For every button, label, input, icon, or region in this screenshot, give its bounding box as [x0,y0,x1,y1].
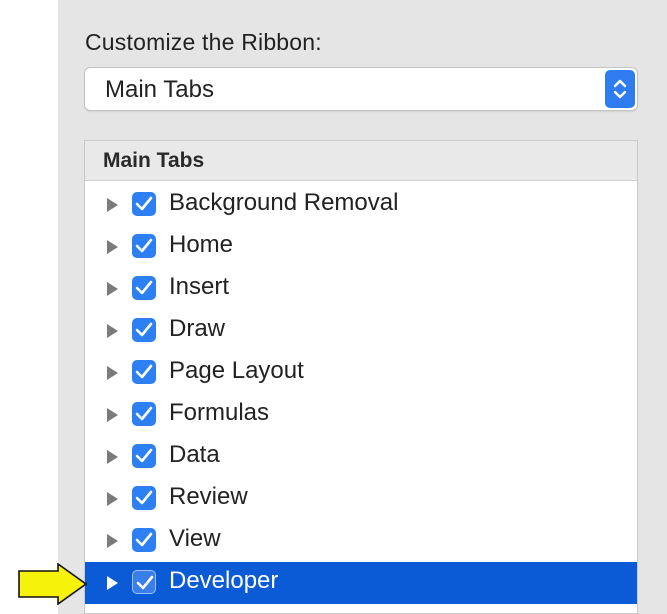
tab-row-data[interactable]: Data [85,436,637,478]
checkbox-checked-icon[interactable] [132,276,156,300]
tab-row-formulas[interactable]: Formulas [85,394,637,436]
tab-row-insert[interactable]: Insert [85,268,637,310]
screenshot-stage: Customize the Ribbon: Main Tabs Main Tab… [0,0,667,614]
checkbox-checked-icon[interactable] [132,318,156,342]
tab-row-page-layout[interactable]: Page Layout [85,352,637,394]
expand-triangle-icon[interactable] [107,408,118,422]
expand-triangle-icon[interactable] [107,534,118,548]
tab-row-developer[interactable]: Developer [85,562,637,604]
main-tabs-list[interactable]: Main Tabs Background Removal Home Insert… [84,140,638,614]
tab-label: Home [169,231,234,258]
checkbox-checked-icon[interactable] [132,444,156,468]
tab-label: View [169,525,221,552]
list-header: Main Tabs [85,141,637,181]
checkbox-checked-icon[interactable] [132,234,156,258]
checkbox-checked-icon[interactable] [132,192,156,216]
expand-triangle-icon[interactable] [107,492,118,506]
expand-triangle-icon[interactable] [107,366,118,380]
tab-row-draw[interactable]: Draw [85,310,637,352]
expand-triangle-icon[interactable] [107,282,118,296]
tab-row-view[interactable]: View [85,520,637,562]
checkbox-checked-icon[interactable] [132,570,156,594]
expand-triangle-icon[interactable] [107,450,118,464]
tab-label: Developer [169,567,279,594]
tab-row-review[interactable]: Review [85,478,637,520]
customize-ribbon-label: Customize the Ribbon: [85,29,322,55]
checkbox-checked-icon[interactable] [132,360,156,384]
expand-triangle-icon[interactable] [107,198,118,212]
tab-label: Page Layout [169,357,304,384]
tab-label: Background Removal [169,189,399,216]
expand-triangle-icon[interactable] [107,324,118,338]
tab-label: Formulas [169,399,270,426]
tab-row-background-removal[interactable]: Background Removal [85,184,637,226]
tab-label: Data [169,441,220,468]
dropdown-selected-value: Main Tabs [105,76,214,103]
chevron-up-down-icon[interactable] [605,70,635,108]
tab-label: Draw [169,315,226,342]
expand-triangle-icon[interactable] [107,576,118,590]
tab-label: Review [169,483,248,510]
checkbox-checked-icon[interactable] [132,528,156,552]
checkbox-checked-icon[interactable] [132,486,156,510]
tab-label: Insert [169,273,230,300]
ribbon-tabs-dropdown[interactable]: Main Tabs [84,67,638,111]
checkbox-checked-icon[interactable] [132,402,156,426]
expand-triangle-icon[interactable] [107,240,118,254]
tab-row-home[interactable]: Home [85,226,637,268]
yellow-arrow-pointer-icon [18,562,88,610]
